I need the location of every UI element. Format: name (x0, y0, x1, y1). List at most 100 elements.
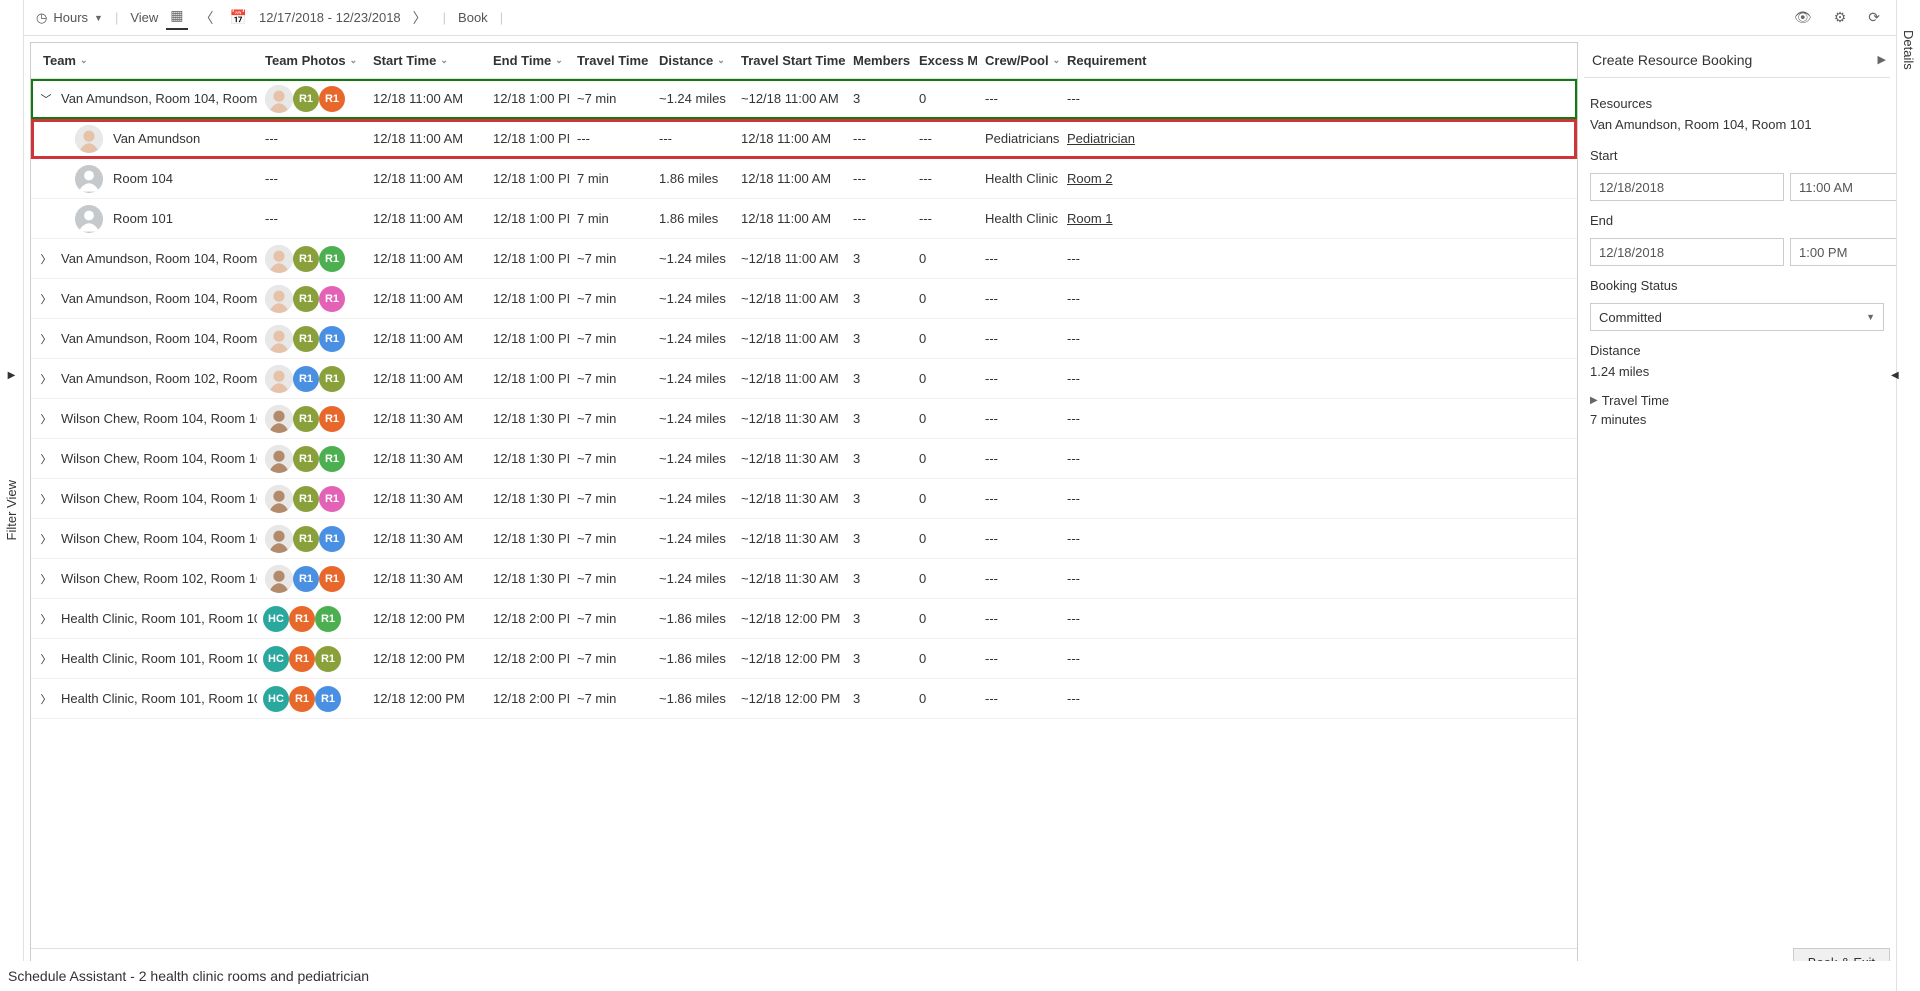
expand-toggle[interactable]: 〉 (31, 291, 61, 307)
expand-toggle[interactable]: 〉 (31, 691, 61, 707)
start-cell: 12/18 12:00 PM (365, 611, 485, 626)
chevron-right-icon: ▶ (1590, 395, 1598, 406)
tstart-cell: ~12/18 12:00 PM (733, 611, 845, 626)
expand-toggle[interactable]: 〉 (31, 371, 61, 387)
excess-cell: 0 (911, 251, 977, 266)
tstart-cell: 12/18 11:00 AM (733, 171, 845, 186)
prev-button[interactable]: 〈 (196, 6, 218, 30)
start-cell: 12/18 12:00 PM (365, 691, 485, 706)
members-cell: 3 (845, 371, 911, 386)
expand-toggle[interactable]: 〉 (31, 251, 61, 267)
eye-icon[interactable]: 👁 (1790, 7, 1816, 28)
expand-toggle[interactable]: 〉 (31, 531, 61, 547)
col-team[interactable]: Team⌄ (31, 53, 257, 68)
refresh-icon[interactable]: ⟳ (1864, 7, 1884, 28)
team-cell: Van Amundson, Room 102, Room 104 (61, 371, 257, 386)
tstart-cell: ~12/18 11:00 AM (733, 371, 845, 386)
dist-cell: ~1.24 miles (651, 571, 733, 586)
table-row[interactable]: 〉Health Clinic, Room 101, Room 104HCR1R1… (31, 639, 1577, 679)
crew-cell: --- (977, 411, 1059, 426)
travel-cell: 7 min (569, 171, 651, 186)
excess-cell: 0 (911, 611, 977, 626)
gear-icon[interactable]: ⚙ (1830, 7, 1851, 28)
expand-toggle[interactable]: 〉 (31, 331, 61, 347)
tstart-cell: ~12/18 11:30 AM (733, 531, 845, 546)
avatar (265, 325, 293, 353)
table-row[interactable]: ﹀Van Amundson, Room 104, Room 101R1R112/… (31, 79, 1577, 119)
table-row[interactable]: Van Amundson---12/18 11:00 AM12/18 1:00 … (31, 119, 1577, 159)
team-cell: Wilson Chew, Room 104, Room 102 (61, 531, 257, 546)
status-select[interactable]: Committed ▼ (1590, 303, 1884, 331)
col-end[interactable]: End Time⌄ (485, 53, 569, 68)
travel-cell: ~7 min (569, 91, 651, 106)
table-row[interactable]: 〉Van Amundson, Room 104, Room 103R1R112/… (31, 239, 1577, 279)
expand-toggle[interactable]: ﹀ (31, 91, 61, 107)
members-cell: --- (845, 211, 911, 226)
details-tab[interactable]: Details ◀ (1896, 0, 1920, 991)
page-caption: Schedule Assistant - 2 health clinic roo… (8, 961, 1920, 991)
table-row[interactable]: 〉Wilson Chew, Room 104, Room 103R1R112/1… (31, 439, 1577, 479)
end-time-input[interactable] (1790, 238, 1896, 266)
table-row[interactable]: 〉Wilson Chew, Room 104, Room 102R1R112/1… (31, 519, 1577, 559)
table-row[interactable]: 〉Van Amundson, Room 104, Room 102R1R112/… (31, 319, 1577, 359)
calendar-icon[interactable]: 📅 (226, 7, 251, 28)
table-row[interactable]: 〉Van Amundson, Room 104, Room 105R1R112/… (31, 279, 1577, 319)
col-crew[interactable]: Crew/Pool⌄ (977, 53, 1059, 68)
col-photos[interactable]: Team Photos⌄ (257, 53, 365, 68)
members-cell: --- (845, 131, 911, 146)
requirement-cell: --- (1059, 411, 1149, 426)
book-button[interactable]: Book (458, 10, 488, 25)
distance-value: 1.24 miles (1590, 364, 1884, 379)
next-button[interactable]: 〉 (409, 6, 431, 30)
start-time-input[interactable] (1790, 173, 1896, 201)
col-distance[interactable]: Distance⌄ (651, 53, 733, 68)
tstart-cell: ~12/18 11:00 AM (733, 291, 845, 306)
chevron-right-icon[interactable]: ▶ (1878, 53, 1886, 66)
table-row[interactable]: 〉Health Clinic, Room 101, Room 103HCR1R1… (31, 599, 1577, 639)
table-row[interactable]: Room 101---12/18 11:00 AM12/18 1:00 PM7 … (31, 199, 1577, 239)
excess-cell: --- (911, 171, 977, 186)
col-excess[interactable]: Excess M...⌄ (911, 53, 977, 68)
col-travel-start[interactable]: Travel Start Time⌄ (733, 53, 845, 68)
table-row[interactable]: 〉Health Clinic, Room 101, Room 102HCR1R1… (31, 679, 1577, 719)
crew-cell: --- (977, 371, 1059, 386)
table-row[interactable]: Room 104---12/18 11:00 AM12/18 1:00 PM7 … (31, 159, 1577, 199)
expand-toggle[interactable]: 〉 (31, 451, 61, 467)
travel-cell: ~7 min (569, 531, 651, 546)
col-start[interactable]: Start Time⌄ (365, 53, 485, 68)
table-row[interactable]: 〉Van Amundson, Room 102, Room 104R1R112/… (31, 359, 1577, 399)
col-requirement[interactable]: Requirement⌄ (1059, 53, 1149, 68)
expand-toggle[interactable]: 〉 (31, 651, 61, 667)
expand-toggle[interactable]: 〉 (31, 571, 61, 587)
col-travel[interactable]: Travel Time⌄ (569, 53, 651, 68)
requirement-cell: Room 2 (1059, 171, 1149, 186)
expand-toggle[interactable]: 〉 (31, 611, 61, 627)
resource-badge: R1 (289, 686, 315, 712)
end-date-input[interactable] (1590, 238, 1784, 266)
team-cell: Van Amundson, Room 104, Room 105 (61, 291, 257, 306)
crew-cell: --- (977, 331, 1059, 346)
resource-badge: R1 (293, 486, 319, 512)
hours-dropdown[interactable]: ◷ Hours ▼ (36, 10, 103, 26)
toolbar: ◷ Hours ▼ | View ▦ 〈 📅 12/17/2018 - 12/2… (24, 0, 1896, 36)
chevron-left-icon: ◀ (1891, 370, 1899, 381)
expand-toggle[interactable]: 〉 (31, 411, 61, 427)
excess-cell: 0 (911, 451, 977, 466)
requirement-link[interactable]: Pediatrician (1067, 131, 1135, 146)
start-date-input[interactable] (1590, 173, 1784, 201)
excess-cell: 0 (911, 531, 977, 546)
expand-toggle[interactable]: 〉 (31, 491, 61, 507)
tstart-cell: ~12/18 11:30 AM (733, 411, 845, 426)
resource-badge: R1 (315, 606, 341, 632)
table-row[interactable]: 〉Wilson Chew, Room 104, Room 101R1R112/1… (31, 399, 1577, 439)
filter-view-tab[interactable]: Filter View ▶ (0, 0, 24, 991)
table-row[interactable]: 〉Wilson Chew, Room 104, Room 105R1R112/1… (31, 479, 1577, 519)
col-members[interactable]: Members⌄ (845, 53, 911, 68)
requirement-link[interactable]: Room 2 (1067, 171, 1113, 186)
excess-cell: --- (911, 131, 977, 146)
grid-view-icon[interactable]: ▦ (166, 5, 187, 30)
table-row[interactable]: 〉Wilson Chew, Room 102, Room 101R1R112/1… (31, 559, 1577, 599)
requirement-link[interactable]: Room 1 (1067, 211, 1113, 226)
photos-cell: R1R1 (257, 445, 365, 473)
end-cell: 12/18 1:30 PM (485, 531, 569, 546)
